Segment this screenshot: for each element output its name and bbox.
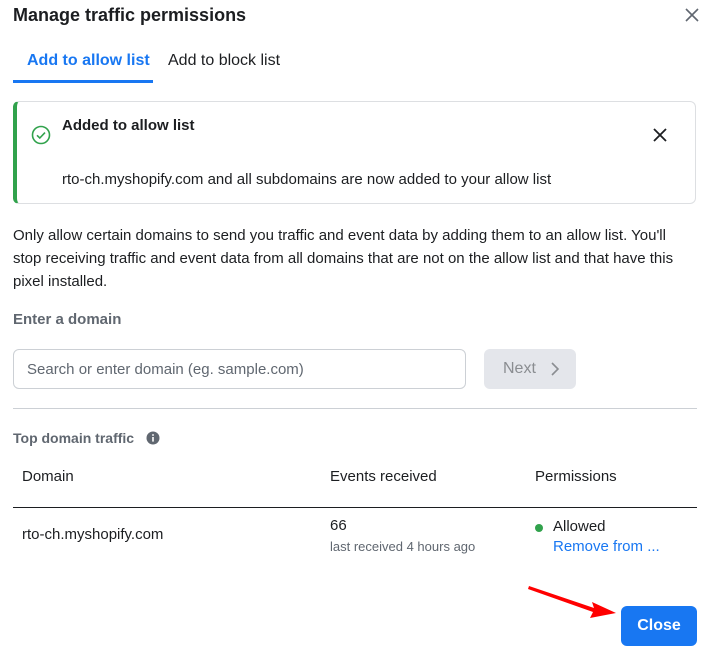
close-button[interactable]: Close bbox=[621, 606, 697, 646]
row-permission-status: Allowed bbox=[553, 518, 606, 535]
table-header-divider bbox=[13, 507, 697, 508]
annotation-arrow-icon bbox=[528, 586, 616, 618]
column-header-events: Events received bbox=[330, 468, 437, 485]
top-domain-traffic-label: Top domain traffic bbox=[13, 430, 135, 446]
dialog-title: Manage traffic permissions bbox=[13, 5, 247, 25]
tab-block-list[interactable]: Add to block list bbox=[168, 52, 280, 70]
banner-message: rto-ch.myshopify.com and all subdomains … bbox=[62, 171, 552, 188]
allowed-status-dot bbox=[535, 524, 543, 532]
domain-search-input[interactable] bbox=[13, 349, 466, 389]
row-events-count: 66 bbox=[330, 517, 347, 534]
row-last-received: last received 4 hours ago bbox=[330, 539, 476, 554]
banner-close-icon[interactable] bbox=[649, 124, 671, 146]
remove-from-allow-list-link[interactable]: Remove from ... bbox=[553, 538, 660, 555]
close-icon[interactable] bbox=[680, 3, 704, 27]
enter-domain-label: Enter a domain bbox=[13, 311, 122, 328]
next-button-label: Next bbox=[503, 360, 536, 377]
row-domain: rto-ch.myshopify.com bbox=[22, 526, 164, 543]
column-header-domain: Domain bbox=[22, 468, 74, 485]
column-header-permissions: Permissions bbox=[535, 468, 617, 485]
info-icon[interactable] bbox=[146, 431, 160, 445]
next-button[interactable]: Next bbox=[484, 349, 576, 389]
active-tab-indicator bbox=[13, 80, 153, 83]
check-circle-icon bbox=[31, 125, 51, 145]
close-button-label: Close bbox=[637, 617, 681, 634]
allow-list-description: Only allow certain domains to send you t… bbox=[13, 227, 674, 290]
chevron-right-icon bbox=[551, 362, 560, 376]
tab-allow-list[interactable]: Add to allow list bbox=[27, 52, 150, 70]
banner-title: Added to allow list bbox=[62, 117, 195, 134]
section-divider bbox=[13, 408, 697, 409]
